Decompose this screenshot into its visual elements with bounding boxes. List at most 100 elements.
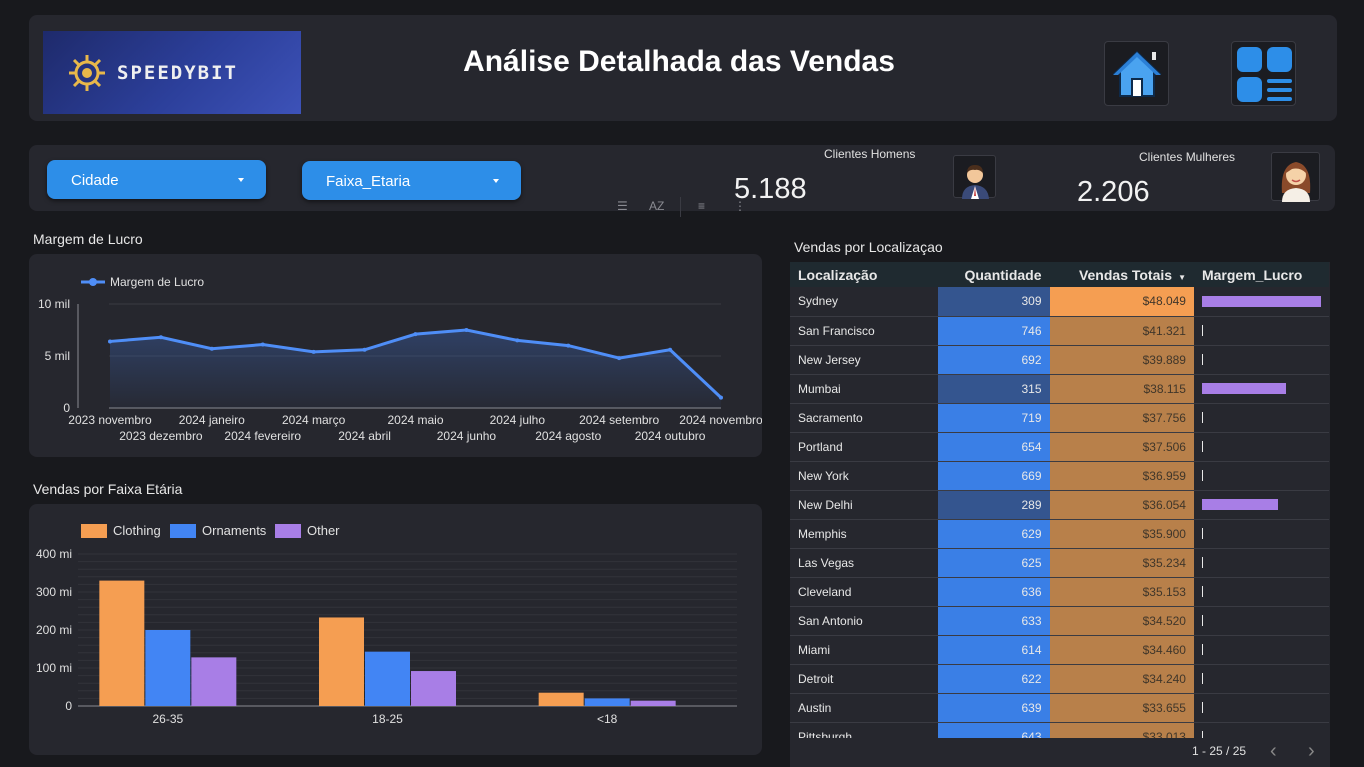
x-tick-label: 2024 março <box>282 413 346 427</box>
data-point[interactable] <box>617 356 622 361</box>
table-row[interactable]: San Francisco 746 $41.321 <box>790 316 1329 346</box>
cell-location: Portland <box>790 432 938 462</box>
data-point[interactable] <box>260 342 265 347</box>
margin-bar <box>1201 557 1203 568</box>
age-dropdown[interactable]: Faixa_Etaria <box>302 161 521 200</box>
cell-margin <box>1193 287 1329 317</box>
data-point[interactable] <box>362 347 367 352</box>
data-point[interactable] <box>464 328 469 332</box>
table-row[interactable]: Austin 639 $33.655 <box>790 693 1329 723</box>
cell-total-sales: $37.506 <box>1049 432 1194 462</box>
header-total-sales-label: Vendas Totais <box>1078 266 1173 283</box>
legend-swatch <box>81 524 107 538</box>
legend-swatch <box>275 524 301 538</box>
table-row[interactable]: Sacramento 719 $37.756 <box>790 403 1329 433</box>
margin-bar <box>1201 354 1203 365</box>
data-point[interactable] <box>515 338 520 343</box>
cell-margin <box>1193 693 1329 723</box>
bar-clothing-18-25[interactable] <box>319 617 364 706</box>
sales-table-panel: Localização Quantidade Vendas Totais ▼ Ma… <box>790 262 1330 767</box>
cell-margin <box>1193 548 1329 578</box>
data-point[interactable] <box>566 343 571 348</box>
margin-bar <box>1201 295 1321 307</box>
city-dropdown[interactable]: Cidade <box>47 160 266 199</box>
table-row[interactable]: Miami 614 $34.460 <box>790 635 1329 665</box>
data-point[interactable] <box>719 395 723 400</box>
sort-desc-icon: ▼ <box>1178 272 1186 282</box>
table-row[interactable]: New Delhi 289 $36.054 <box>790 490 1329 520</box>
bar-clothing-<18[interactable] <box>538 692 584 706</box>
x-tick-label: <18 <box>597 712 618 726</box>
cell-margin <box>1193 490 1329 520</box>
table-row[interactable]: New Jersey 692 $39.889 <box>790 345 1329 375</box>
table-row[interactable]: Memphis 629 $35.900 <box>790 519 1329 549</box>
bar-ornaments-18-25[interactable] <box>365 651 410 706</box>
cell-total-sales: $37.756 <box>1049 403 1194 433</box>
header-margin[interactable]: Margem_Lucro <box>1193 262 1329 287</box>
sort-az-icon[interactable]: AZ <box>649 199 664 213</box>
line-chart-title: Margem de Lucro <box>33 231 143 247</box>
cell-location: Austin <box>790 693 938 723</box>
header-total-sales[interactable]: Vendas Totais ▼ <box>1049 262 1194 287</box>
data-point[interactable] <box>311 349 316 354</box>
prev-page-button[interactable]: ‹ <box>1270 740 1277 763</box>
pagination-text: 1 - 25 / 25 <box>1192 744 1247 758</box>
table-scroll-area[interactable]: Localização Quantidade Vendas Totais ▼ Ma… <box>790 262 1330 738</box>
female-avatar <box>1271 152 1320 202</box>
table-row[interactable]: Cleveland 636 $35.153 <box>790 577 1329 607</box>
x-tick-label: 2024 julho <box>490 413 546 427</box>
data-point[interactable] <box>668 347 673 352</box>
cell-location: Detroit <box>790 664 938 694</box>
margin-bar <box>1201 528 1203 539</box>
cell-location: New York <box>790 461 938 491</box>
data-point[interactable] <box>413 332 418 337</box>
data-point[interactable] <box>209 346 214 351</box>
table-row[interactable]: New York 669 $36.959 <box>790 461 1329 491</box>
bar-other-26-35[interactable] <box>191 657 237 706</box>
chevron-down-icon <box>238 178 244 182</box>
table-row[interactable]: Pittsburgh 643 $33.013 <box>790 722 1329 738</box>
cell-location: San Antonio <box>790 606 938 636</box>
bar-other-<18[interactable] <box>630 700 676 706</box>
filter-icon[interactable]: ≡ <box>698 199 705 213</box>
cell-quantity: 289 <box>937 490 1050 520</box>
grid-menu-icon <box>1237 47 1292 102</box>
y-tick-label: 100 mi <box>36 661 72 675</box>
tune-icon[interactable]: ☰ <box>617 199 628 213</box>
home-button[interactable] <box>1104 41 1169 106</box>
menu-button[interactable] <box>1231 41 1296 106</box>
bar-ornaments-<18[interactable] <box>584 698 630 706</box>
cell-quantity: 669 <box>937 461 1050 491</box>
cell-quantity: 654 <box>937 432 1050 462</box>
header-location[interactable]: Localização <box>790 262 938 287</box>
table-header-row: Localização Quantidade Vendas Totais ▼ Ma… <box>790 262 1329 287</box>
table-row[interactable]: Sydney 309 $48.049 <box>790 287 1329 317</box>
data-point[interactable] <box>108 339 112 344</box>
table-row[interactable]: Mumbai 315 $38.115 <box>790 374 1329 404</box>
cell-margin <box>1193 316 1329 346</box>
table-title: Vendas por Localizaçao <box>794 239 943 255</box>
next-page-button[interactable]: › <box>1308 740 1315 763</box>
legend-label: Other <box>307 523 340 538</box>
table-row[interactable]: Las Vegas 625 $35.234 <box>790 548 1329 578</box>
x-tick-label: 2024 junho <box>437 429 497 443</box>
header-quantity[interactable]: Quantidade <box>937 262 1050 287</box>
x-tick-label: 2023 novembro <box>68 413 152 427</box>
more-vert-icon[interactable]: ⋮ <box>734 199 746 213</box>
cell-margin <box>1193 722 1329 738</box>
bar-ornaments-26-35[interactable] <box>145 630 191 706</box>
bar-other-18-25[interactable] <box>411 671 456 706</box>
table-row[interactable]: San Antonio 633 $34.520 <box>790 606 1329 636</box>
cell-total-sales: $41.321 <box>1049 316 1194 346</box>
cell-location: New Delhi <box>790 490 938 520</box>
cell-location: San Francisco <box>790 316 938 346</box>
data-point[interactable] <box>158 335 163 340</box>
cell-total-sales: $34.460 <box>1049 635 1194 665</box>
table-body: Sydney 309 $48.049 San Francisco 746 $41.321 N… <box>790 287 1329 738</box>
table-row[interactable]: Portland 654 $37.506 <box>790 432 1329 462</box>
cell-location: Sacramento <box>790 403 938 433</box>
table-row[interactable]: Detroit 622 $34.240 <box>790 664 1329 694</box>
x-tick-label: 2024 novembro <box>679 413 762 427</box>
cell-quantity: 614 <box>937 635 1050 665</box>
bar-clothing-26-35[interactable] <box>99 580 145 706</box>
